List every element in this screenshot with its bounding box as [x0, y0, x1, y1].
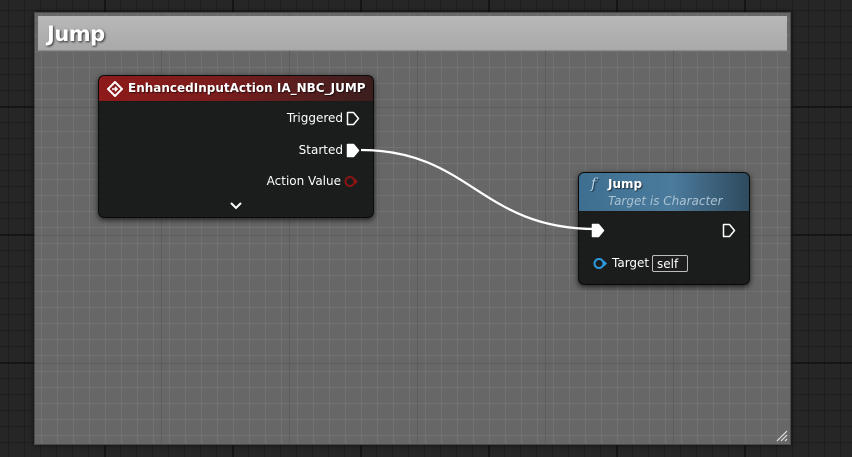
function-node-header[interactable]: f Jump Target is Character	[579, 173, 749, 212]
function-icon: f	[591, 176, 597, 192]
event-node-title: EnhancedInputAction IA_NBC_JUMP	[128, 81, 366, 95]
action-value-pin-label: Action Value	[266, 174, 341, 188]
enhanced-input-action-node[interactable]: EnhancedInputAction IA_NBC_JUMP Triggere…	[98, 75, 374, 218]
exec-in-pin-icon[interactable]	[591, 223, 605, 238]
function-node-title: Jump	[608, 177, 643, 191]
action-value-pin-icon[interactable]	[343, 175, 359, 188]
triggered-exec-pin-icon[interactable]	[346, 111, 360, 126]
comment-header[interactable]: Jump	[38, 16, 787, 51]
event-node-header[interactable]: EnhancedInputAction IA_NBC_JUMP	[99, 76, 373, 102]
started-pin-label: Started	[298, 143, 343, 157]
resize-grip-icon[interactable]	[776, 430, 788, 442]
started-exec-pin-icon[interactable]	[346, 143, 360, 158]
function-node-subtitle: Target is Character	[608, 194, 723, 208]
target-self-field[interactable]: self	[652, 255, 688, 272]
blueprint-graph-canvas[interactable]: Jump EnhancedInputAction IA_NBC_JUMP Tri…	[0, 0, 852, 457]
comment-title[interactable]: Jump	[47, 22, 105, 46]
event-icon	[107, 81, 123, 97]
chevron-down-icon[interactable]	[229, 201, 243, 211]
target-pin-icon[interactable]	[592, 257, 608, 270]
exec-out-pin-icon[interactable]	[722, 223, 736, 238]
target-pin-label: Target	[612, 256, 650, 270]
triggered-pin-label: Triggered	[286, 111, 343, 125]
jump-function-node[interactable]: f Jump Target is Character Target self	[578, 172, 750, 285]
